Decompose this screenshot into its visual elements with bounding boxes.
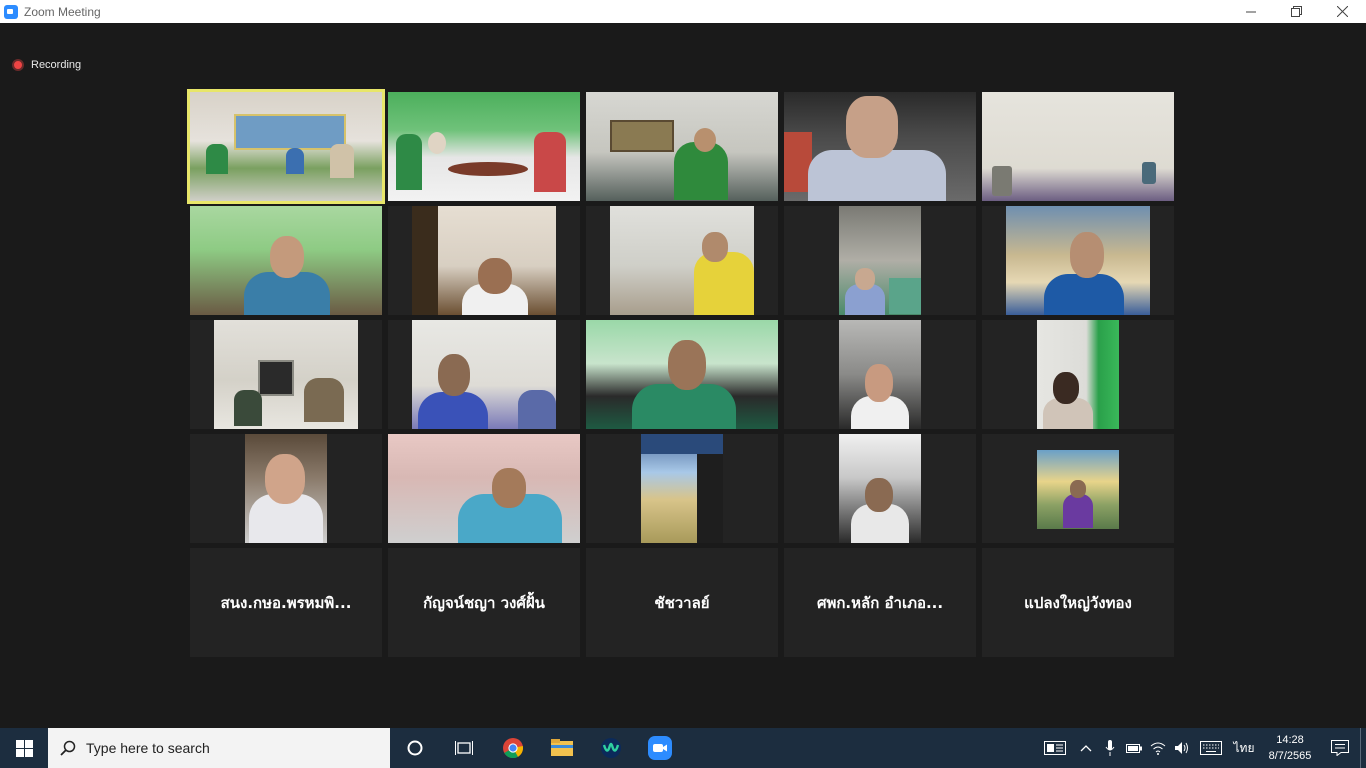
participant-name-tile[interactable]: สนง.กษอ.พรหมพิ... — [190, 548, 382, 657]
recording-indicator[interactable]: Recording — [12, 59, 81, 71]
participant-name-tile[interactable]: ชัชวาลย์ — [586, 548, 778, 657]
participant-video-tile[interactable] — [190, 320, 382, 429]
chevron-up-icon — [1080, 745, 1092, 752]
microphone-icon — [1105, 740, 1115, 756]
input-language-button[interactable]: ไทย — [1228, 728, 1260, 768]
recording-dot-icon — [12, 59, 24, 71]
participant-name: กัญจน์ชญา วงศ์ฝั้น — [423, 593, 545, 612]
cortana-circle-icon — [407, 740, 422, 756]
clock-time: 14:28 — [1276, 734, 1304, 746]
participant-name-tile[interactable]: แปลงใหญ่วังทอง — [982, 548, 1174, 657]
participant-video-tile[interactable] — [982, 434, 1174, 543]
wifi-icon — [1150, 742, 1166, 755]
participant-name: ศพก.หลัก อำเภอ... — [816, 593, 944, 612]
keyboard-icon — [1200, 741, 1222, 755]
participant-video-tile[interactable] — [784, 320, 976, 429]
notifications-icon — [1331, 740, 1349, 756]
participant-video-tile[interactable] — [187, 89, 385, 204]
taskbar-search-box[interactable]: Type here to search — [48, 728, 390, 768]
participant-video-tile[interactable] — [982, 206, 1174, 315]
windows-taskbar: Type here to search ไทย 14:28 8/7/2565 — [0, 728, 1366, 768]
wifi-button[interactable] — [1146, 728, 1170, 768]
show-desktop-button[interactable] — [1360, 728, 1366, 768]
start-button[interactable] — [0, 728, 48, 768]
news-icon — [1044, 741, 1066, 755]
minimize-icon — [1246, 11, 1256, 12]
participant-video-tile[interactable] — [586, 92, 778, 201]
participant-video-tile[interactable] — [586, 434, 778, 543]
participant-video-tile[interactable] — [982, 320, 1174, 429]
speaker-icon — [1175, 742, 1188, 754]
title-bar: Zoom Meeting — [0, 0, 1366, 23]
battery-icon — [1126, 744, 1142, 753]
minimize-button[interactable] — [1228, 0, 1274, 23]
participant-video-tile[interactable] — [586, 320, 778, 429]
chrome-taskbar-button[interactable] — [488, 728, 537, 768]
volume-button[interactable] — [1170, 728, 1194, 768]
webex-taskbar-button[interactable] — [586, 728, 635, 768]
participant-video-tile[interactable] — [784, 92, 976, 201]
participant-name: ชัชวาลย์ — [654, 593, 710, 612]
participant-video-tile[interactable] — [190, 434, 382, 543]
participant-video-tile[interactable] — [388, 320, 580, 429]
zoom-icon — [647, 736, 672, 760]
restore-icon — [1290, 6, 1302, 17]
close-icon — [1336, 6, 1348, 17]
recording-label: Recording — [31, 59, 82, 71]
taskbar-clock[interactable]: 14:28 8/7/2565 — [1260, 728, 1320, 768]
participant-video-tile[interactable] — [982, 92, 1174, 201]
participant-name: สนง.กษอ.พรหมพิ... — [220, 593, 352, 612]
folder-icon — [550, 739, 573, 756]
search-icon — [60, 740, 76, 756]
webex-icon — [600, 738, 621, 758]
zoom-app-icon — [4, 4, 18, 19]
task-view-icon — [454, 741, 473, 755]
file-explorer-taskbar-button[interactable] — [537, 728, 586, 768]
action-center-button[interactable] — [1320, 728, 1360, 768]
touch-keyboard-button[interactable] — [1194, 728, 1228, 768]
zoom-taskbar-button[interactable] — [635, 728, 684, 768]
show-hidden-icons-button[interactable] — [1074, 728, 1098, 768]
system-tray: ไทย 14:28 8/7/2565 — [1036, 728, 1366, 768]
participant-video-tile[interactable] — [586, 206, 778, 315]
participant-video-tile[interactable] — [784, 206, 976, 315]
chrome-icon — [502, 738, 523, 759]
windows-logo-icon — [15, 739, 33, 757]
gallery-grid: สนง.กษอ.พรหมพิ... กัญจน์ชญา วงศ์ฝั้น ชัช… — [187, 89, 1176, 657]
task-view-button[interactable] — [439, 728, 488, 768]
restore-button[interactable] — [1273, 0, 1319, 23]
cortana-button[interactable] — [390, 728, 439, 768]
window-title: Zoom Meeting — [24, 4, 101, 19]
participant-video-tile[interactable] — [388, 92, 580, 201]
microphone-button[interactable] — [1098, 728, 1122, 768]
news-widget-button[interactable] — [1036, 728, 1074, 768]
participant-name-tile[interactable]: กัญจน์ชญา วงศ์ฝั้น — [388, 548, 580, 657]
battery-button[interactable] — [1122, 728, 1146, 768]
participant-video-tile[interactable] — [388, 434, 580, 543]
language-label: ไทย — [1233, 740, 1255, 755]
participant-video-tile[interactable] — [388, 206, 580, 315]
participant-video-tile[interactable] — [784, 434, 976, 543]
search-placeholder: Type here to search — [86, 740, 210, 756]
clock-date: 8/7/2565 — [1268, 750, 1312, 762]
participant-video-tile[interactable] — [190, 206, 382, 315]
participant-name-tile[interactable]: ศพก.หลัก อำเภอ... — [784, 548, 976, 657]
participant-name: แปลงใหญ่วังทอง — [1024, 593, 1132, 612]
close-button[interactable] — [1319, 0, 1365, 23]
